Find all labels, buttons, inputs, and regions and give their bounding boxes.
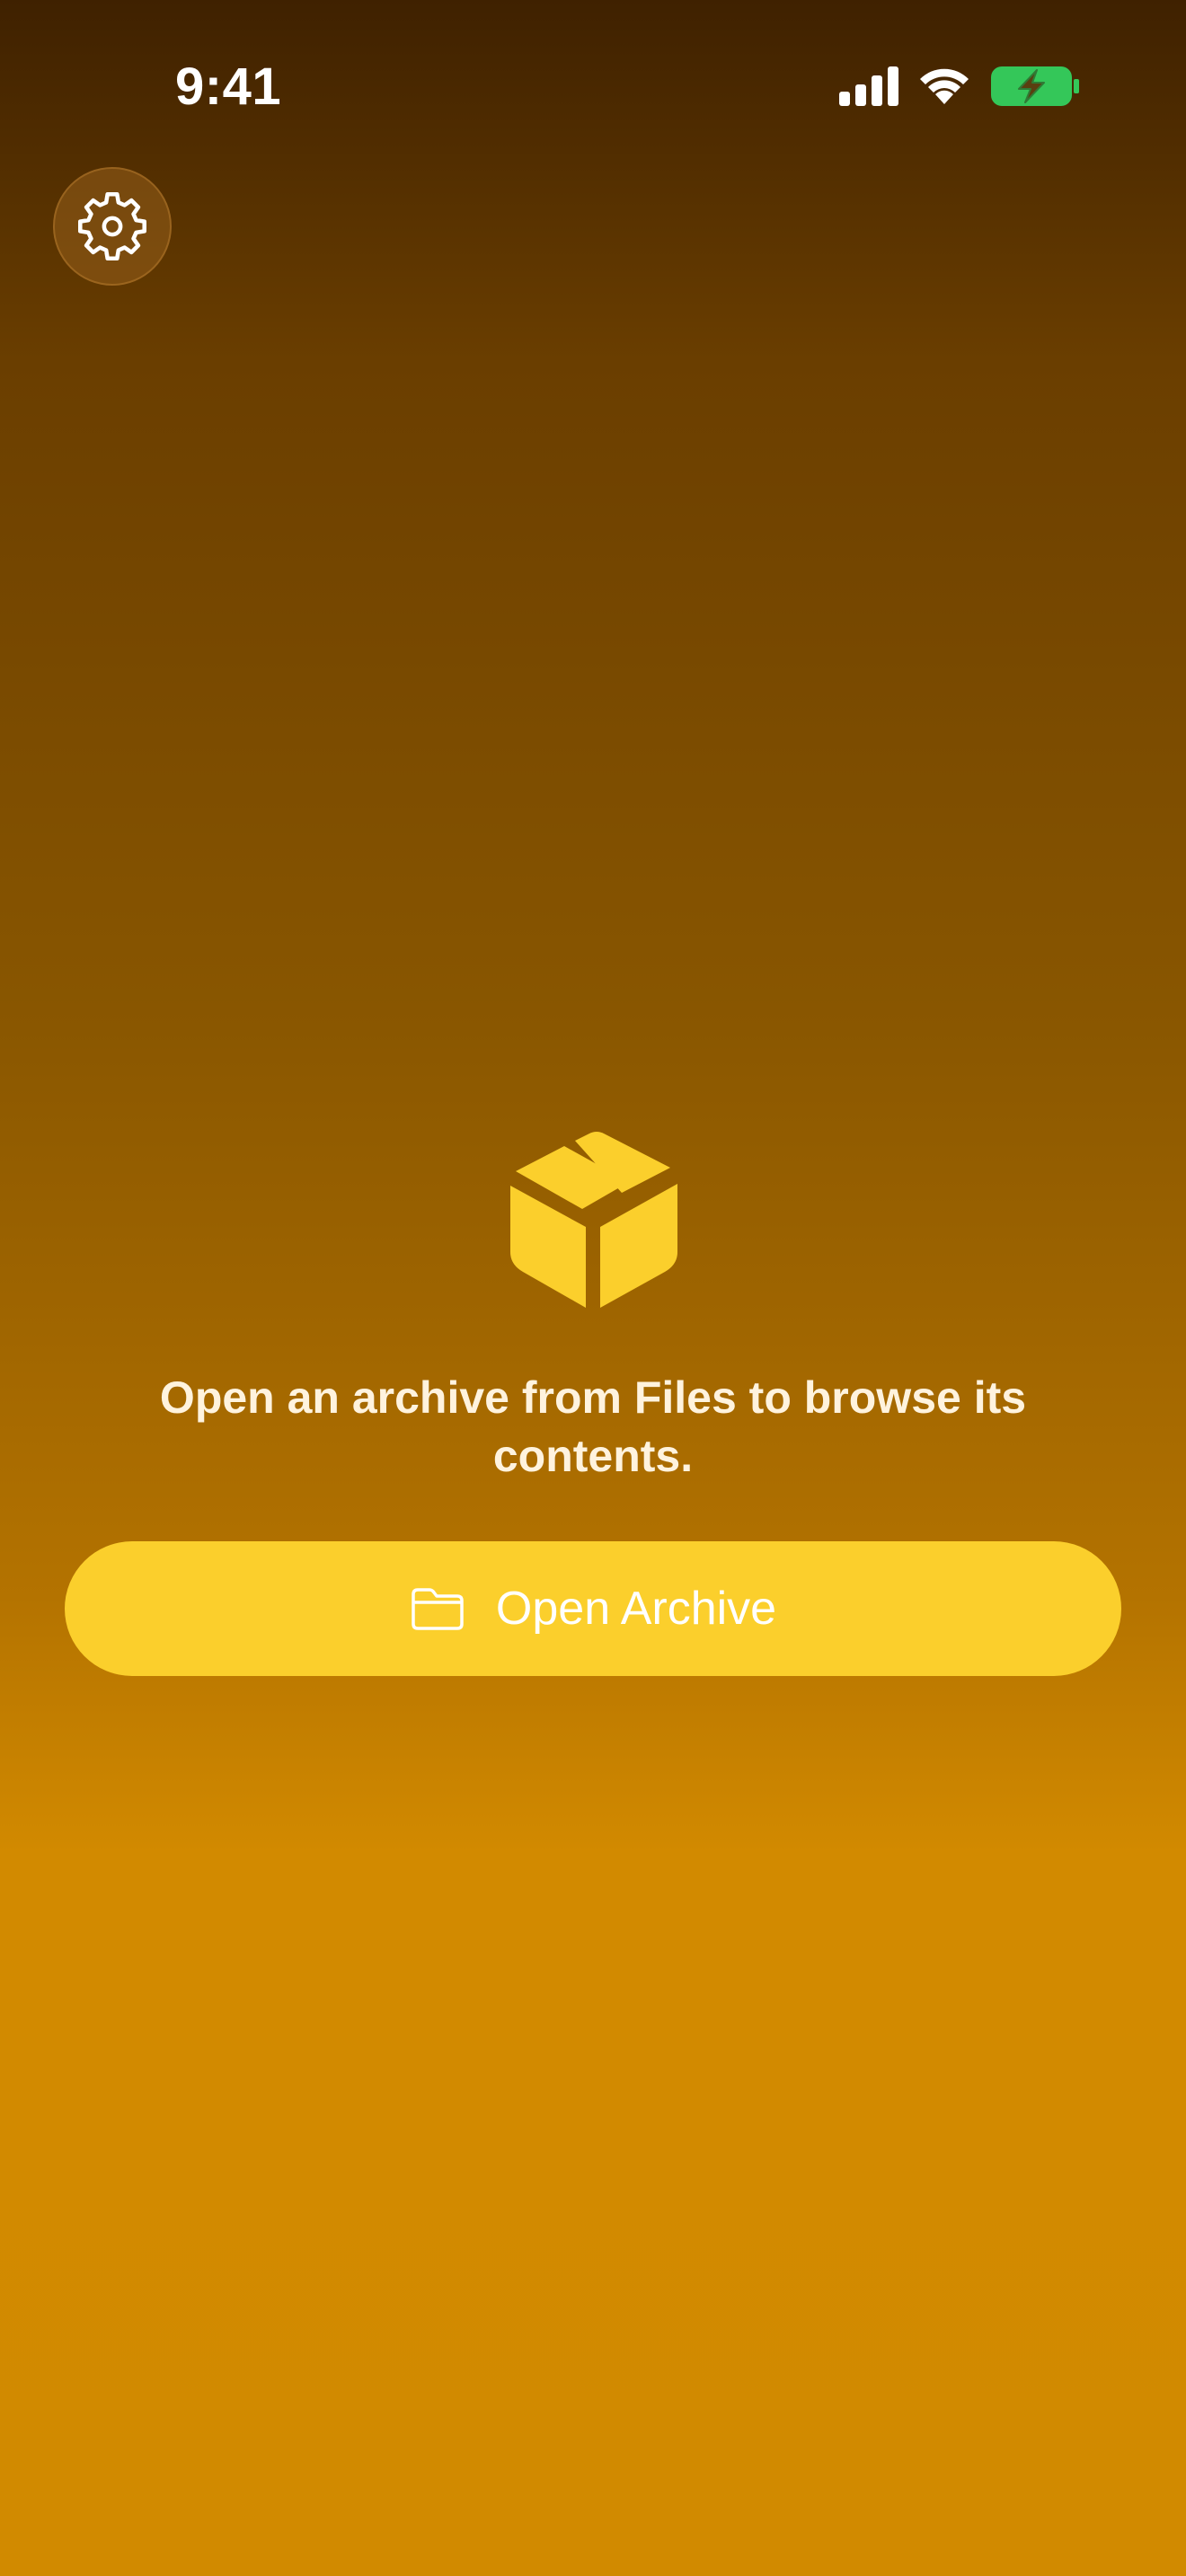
shipping-box-icon (510, 1132, 677, 1308)
wifi-icon (920, 68, 969, 104)
folder-icon (412, 1588, 464, 1630)
gear-icon (78, 192, 146, 260)
status-bar: 9:41 (0, 0, 1186, 171)
open-archive-button[interactable]: Open Archive (65, 1541, 1121, 1676)
open-archive-label: Open Archive (495, 1583, 777, 1635)
empty-state-message: Open an archive from Files to browse its… (159, 1372, 1027, 1481)
settings-button[interactable] (53, 167, 172, 286)
status-time: 9:41 (175, 57, 282, 116)
cellular-signal-icon (839, 66, 898, 106)
battery-charging-icon (991, 66, 1079, 106)
status-icons (839, 63, 1082, 110)
